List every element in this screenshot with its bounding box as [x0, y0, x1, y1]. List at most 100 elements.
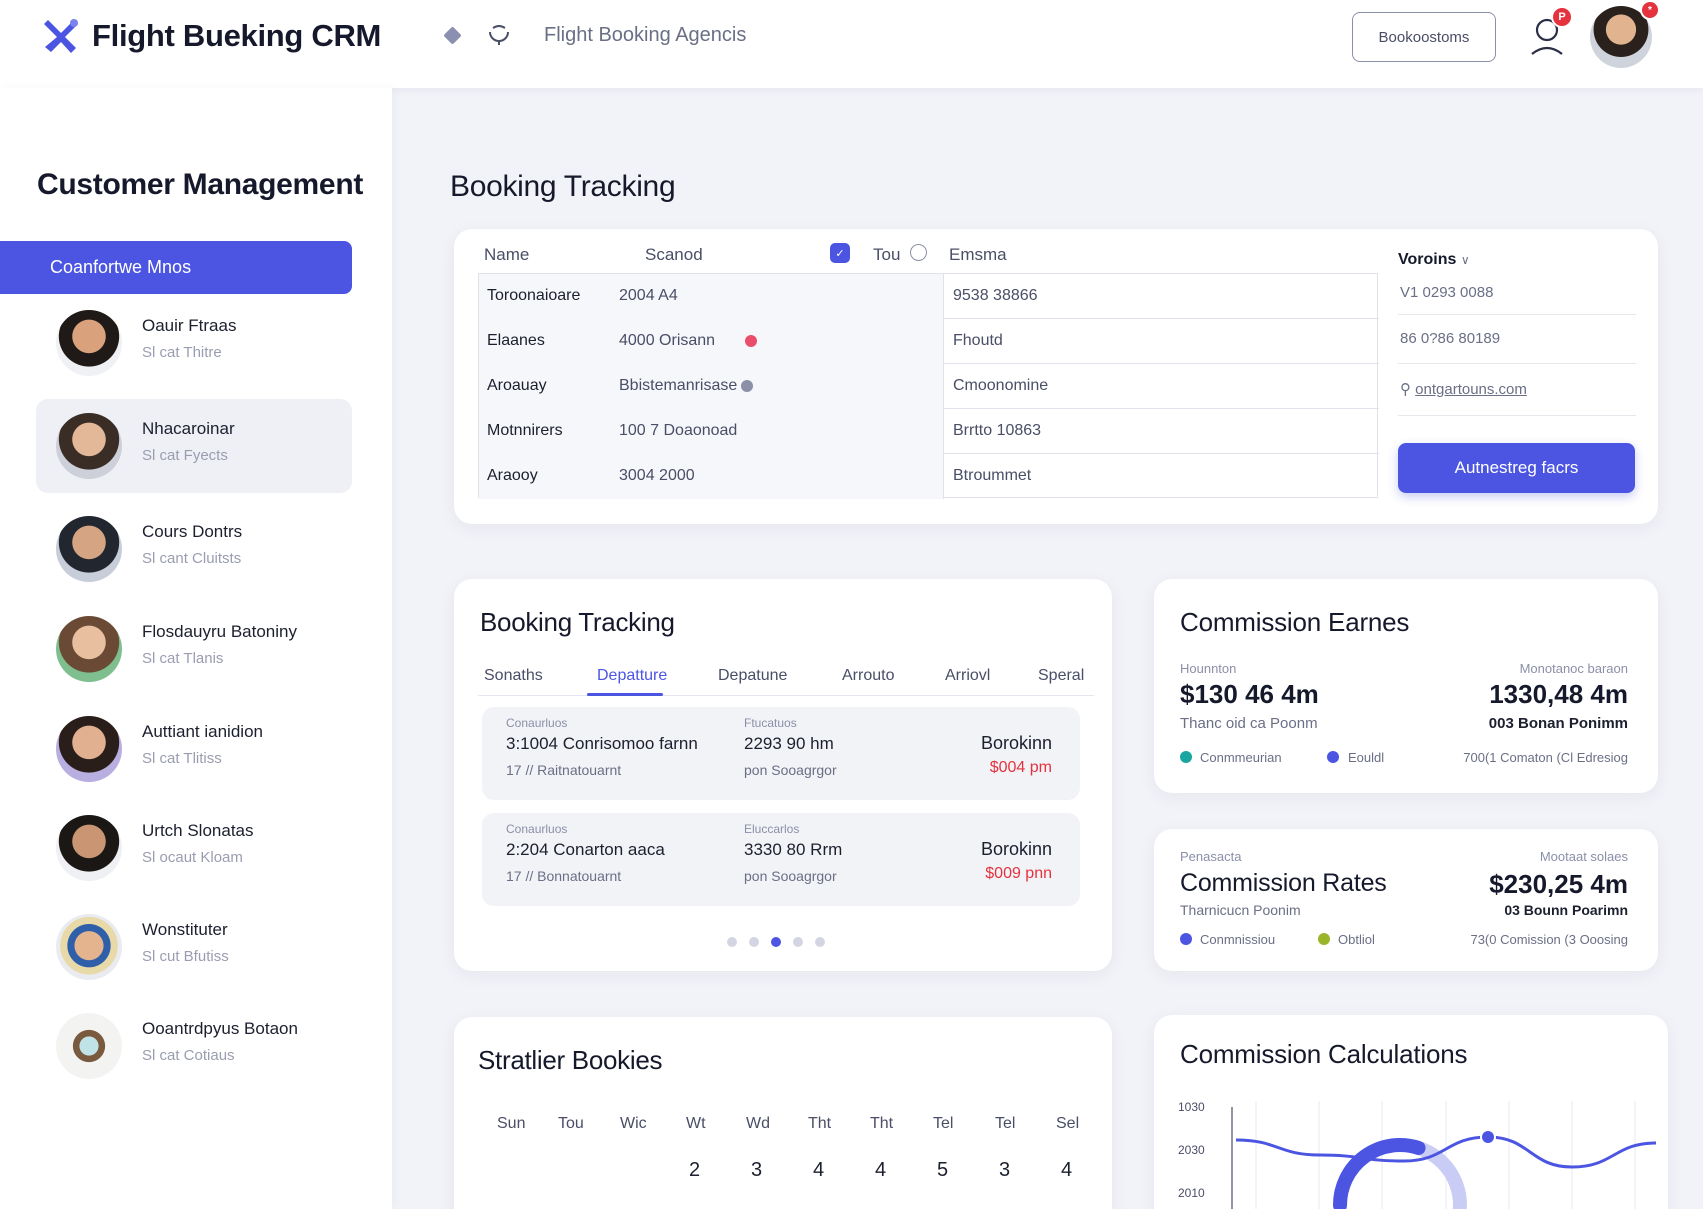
details-dropdown[interactable]: Voroins ∨ — [1398, 251, 1470, 269]
calendar-date[interactable]: 3 — [999, 1159, 1010, 1182]
y-tick-label: 2010 — [1178, 1186, 1205, 1200]
table-row[interactable]: Elaanes 4000 Orisann Fhoutd — [479, 319, 1379, 364]
table-cell: 100 7 Doaonoad — [619, 422, 738, 439]
tab-depatune[interactable]: Depatune — [718, 667, 787, 685]
table-row[interactable]: Aroauay Bbistemanrisase Cmoonomine — [479, 364, 1379, 409]
avatar — [56, 413, 122, 479]
customer-item[interactable]: Wonstituter Sl cut Bfutiss — [36, 900, 352, 994]
card-footer: 73(0 Comission (3 Ooosing — [1470, 932, 1628, 947]
calendar-date[interactable]: 3 — [751, 1159, 762, 1182]
customer-item[interactable]: Urtch Slonatas Sl ocaut Kloam — [36, 801, 352, 895]
table-row[interactable]: Toroonaioare 2004 A4 9538 38866 — [479, 274, 1379, 319]
calendar-card: Stratlier Bookies Sun Tou Wic Wt Wd Tht … — [454, 1017, 1112, 1209]
commission-earned-title: Commission Earnes — [1180, 607, 1410, 637]
details-action-button[interactable]: Autnestreg facrs — [1398, 443, 1635, 493]
calendar-day-label: Sun — [497, 1115, 526, 1132]
booking-item[interactable]: Conaurluos 3:1004 Conrisomoo farnn 17 //… — [482, 707, 1080, 800]
details-email[interactable]: ⚲ ontgartouns.com — [1400, 380, 1636, 398]
notification-badge: P — [1551, 6, 1573, 28]
table-cell: 2004 A4 — [619, 287, 678, 304]
column-header-scanod[interactable]: Scanod — [645, 245, 703, 265]
legend-dot-icon — [1180, 933, 1192, 945]
calendar-date[interactable]: 4 — [813, 1159, 824, 1182]
customer-item[interactable]: Oauir Ftraas Sl cat Thitre — [36, 296, 352, 390]
booking-sub: 17 // Raitnatouarnt — [506, 762, 622, 778]
legend-dot-icon — [1180, 751, 1192, 763]
table-row[interactable]: Araooy 3004 2000 Btroummet — [479, 454, 1379, 499]
table-cell: 3004 2000 — [619, 467, 695, 484]
table-cell: Btroummet — [953, 467, 1032, 484]
y-tick-label: 2030 — [1178, 1143, 1205, 1157]
customer-subtitle: Sl cant Cluitsts — [142, 550, 242, 567]
customer-item[interactable]: Cours Dontrs Sl cant Cluitsts — [36, 502, 352, 596]
booking-time: 3330 80 Rrm — [744, 840, 843, 859]
table-cell: Motnnirers — [487, 422, 563, 439]
page-dot[interactable] — [727, 937, 737, 947]
page-dot-active[interactable] — [771, 937, 781, 947]
page-dot[interactable] — [793, 937, 803, 947]
customer-item[interactable]: Ooantrdpyus Botaon Sl cat Cotiaus — [36, 999, 352, 1093]
booking-tracking-card: Booking Tracking Sonaths Depatture Depat… — [454, 579, 1112, 971]
card-footer: 700(1 Comaton (Cl Edresiog — [1463, 750, 1628, 765]
left-value: $130 46 4m — [1180, 679, 1319, 709]
table-cell: Cmoonomine — [953, 377, 1049, 394]
table-cell-shade — [479, 454, 944, 499]
tab-depatture[interactable]: Depatture — [597, 667, 667, 685]
chat-icon[interactable] — [486, 22, 512, 48]
column-header-name[interactable]: Name — [484, 245, 529, 265]
status-dot-icon — [745, 335, 757, 347]
avatar — [56, 310, 122, 376]
calendar-title: Stratlier Bookies — [478, 1045, 663, 1075]
calendar-date[interactable]: 5 — [937, 1159, 948, 1182]
radio-button[interactable] — [910, 244, 927, 261]
booking-tracking-title: Booking Tracking — [450, 170, 676, 203]
avatar — [56, 1013, 122, 1079]
calendar-day-label: Tou — [558, 1115, 584, 1132]
tab-divider — [478, 695, 1094, 696]
tab-sonaths[interactable]: Sonaths — [484, 667, 543, 685]
calendar-date[interactable]: 2 — [689, 1159, 700, 1182]
customer-subtitle: Sl cat Tlitiss — [142, 750, 222, 767]
customer-subtitle: Sl cat Tlanis — [142, 650, 224, 667]
diamond-icon[interactable] — [443, 26, 462, 45]
commission-rates-title: Commission Rates — [1180, 869, 1387, 897]
details-title: Voroins — [1398, 251, 1457, 268]
tab-arriovl[interactable]: Arriovl — [945, 667, 990, 685]
booking-item[interactable]: Conaurluos 2:204 Conarton aaca 17 // Bon… — [482, 813, 1080, 906]
booking-price: $004 pm — [989, 759, 1052, 776]
customer-item[interactable]: Auttiant ianidion Sl cat Tlitiss — [36, 702, 352, 796]
commission-chart[interactable]: 1030 2030 2010 — [1154, 1015, 1668, 1209]
column-header-tou[interactable]: Tou — [873, 245, 900, 265]
page-dot[interactable] — [815, 937, 825, 947]
active-tab-indicator — [587, 693, 663, 696]
calendar-day-label: Wic — [620, 1115, 647, 1132]
calendar-date[interactable]: 4 — [875, 1159, 886, 1182]
booking-status: Borokinn — [980, 733, 1052, 753]
calendar-date[interactable]: 4 — [1061, 1159, 1072, 1182]
commission-calculations-card: Commission Calculations 1030 2030 2010 — [1154, 1015, 1668, 1209]
app-logo-icon[interactable] — [40, 14, 82, 56]
page-dot[interactable] — [749, 937, 759, 947]
rates-right-label: Mootaat solaes — [1539, 849, 1628, 864]
legend-dot-icon — [1327, 751, 1339, 763]
tab-speral[interactable]: Speral — [1038, 667, 1084, 685]
sidebar-active-item[interactable]: Coanfortwe Mnos — [0, 241, 352, 294]
table-row[interactable]: Motnnirers 100 7 Doaonoad Brrtto 10863 — [479, 409, 1379, 454]
table-cell: 4000 Orisann — [619, 332, 716, 349]
divider — [1398, 363, 1636, 364]
customer-name: Cours Dontrs — [142, 522, 243, 541]
customer-item[interactable]: Flosdauyru Batoniny Sl cat Tlanis — [36, 602, 352, 696]
legend-label: Conmmeurian — [1200, 750, 1282, 765]
tab-arrouto[interactable]: Arrouto — [842, 667, 894, 685]
customer-item[interactable]: Nhacaroinar Sl cat Fyects — [36, 399, 352, 493]
agency-label[interactable]: Flight Booking Agencis — [544, 24, 746, 47]
select-checkbox[interactable]: ✓ — [830, 243, 850, 263]
right-label: Monotanoc baraon — [1519, 661, 1628, 676]
column-header-emsma[interactable]: Emsma — [949, 245, 1007, 265]
booking-time: 2293 90 hm — [744, 734, 834, 753]
sidebar-title: Customer Management — [37, 168, 364, 201]
rates-sub: Tharnicucn Poonim — [1180, 902, 1301, 918]
avatar — [56, 516, 122, 582]
divider — [1398, 314, 1636, 315]
bookings-button[interactable]: Bookoostoms — [1352, 12, 1496, 62]
